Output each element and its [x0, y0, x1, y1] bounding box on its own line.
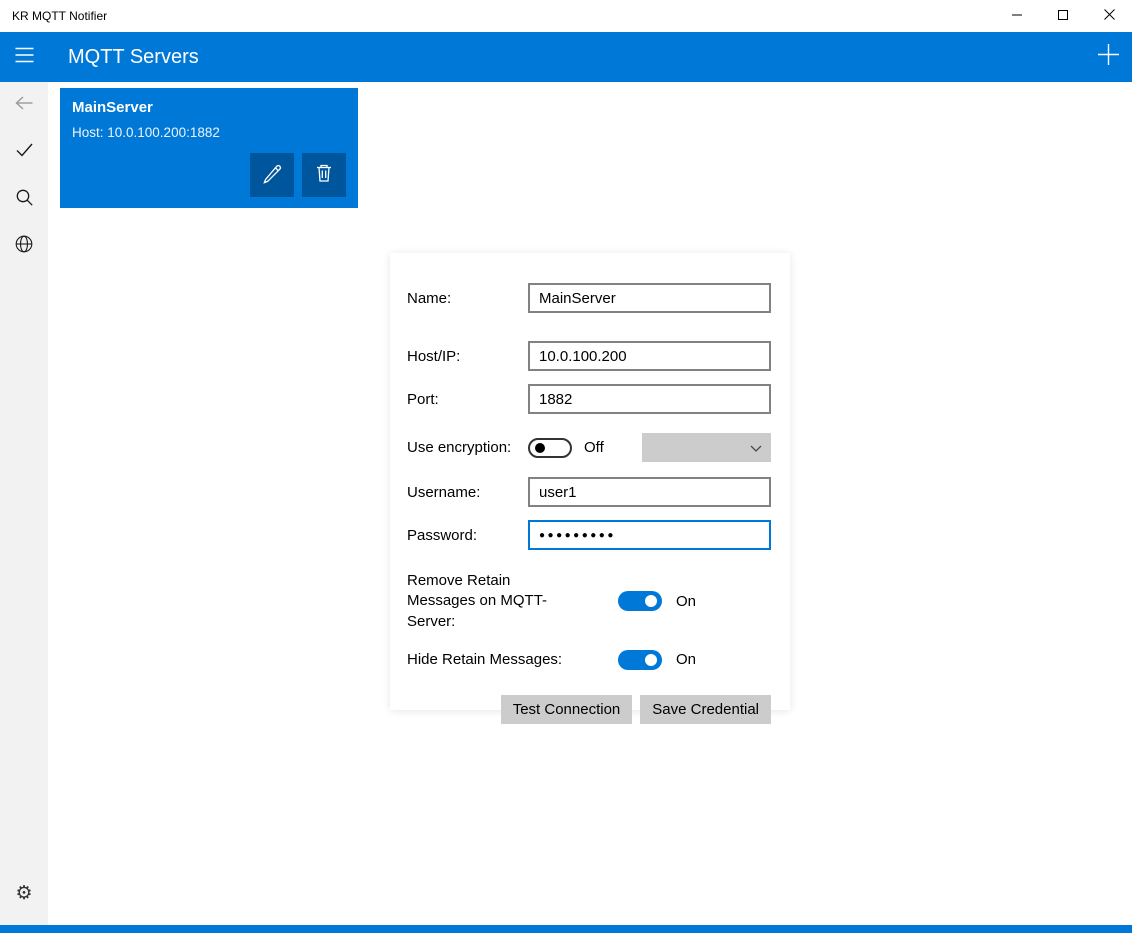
web-button[interactable] [0, 223, 48, 270]
hamburger-icon [15, 47, 34, 68]
encryption-toggle[interactable] [528, 437, 572, 458]
form-buttons-row: Test Connection Save Credential [407, 695, 771, 724]
maximize-icon [1058, 7, 1068, 25]
host-label: Host/IP: [407, 347, 461, 365]
remove-retain-label: Remove Retain Messages on MQTT-Server: [407, 572, 548, 630]
confirm-button[interactable] [0, 129, 48, 176]
title-bar: KR MQTT Notifier [0, 0, 1132, 32]
server-card-name: MainServer [72, 99, 153, 116]
name-row: Name: [407, 283, 771, 313]
encryption-row: Use encryption: Off [407, 433, 771, 462]
trash-icon [313, 162, 335, 189]
password-row: Password: [407, 520, 771, 550]
host-row: Host/IP: [407, 341, 771, 371]
close-button[interactable] [1086, 0, 1132, 32]
search-button[interactable] [0, 176, 48, 223]
hide-retain-row: Hide Retain Messages: On [407, 649, 771, 670]
sidebar: ⚙ [0, 82, 48, 925]
back-arrow-icon [15, 96, 33, 115]
window-title: KR MQTT Notifier [12, 9, 108, 23]
hide-retain-toggle[interactable] [618, 649, 662, 670]
search-icon [16, 189, 33, 211]
maximize-button[interactable] [1040, 0, 1086, 32]
remove-retain-row: Remove Retain Messages on MQTT-Server: O… [407, 571, 771, 632]
check-icon [16, 143, 33, 162]
add-server-button[interactable] [1084, 32, 1132, 82]
close-icon [1103, 7, 1115, 25]
main-content: MainServer Host: 10.0.100.200:1882 Name:… [48, 82, 1132, 925]
edit-server-button[interactable] [250, 153, 294, 197]
port-label: Port: [407, 390, 439, 408]
remove-retain-state: On [676, 592, 697, 610]
port-row: Port: [407, 384, 771, 414]
save-credential-button[interactable]: Save Credential [640, 695, 771, 724]
name-input[interactable] [528, 283, 771, 313]
back-button[interactable] [0, 82, 48, 129]
bottom-accent-bar [0, 925, 1132, 933]
port-input[interactable] [528, 384, 771, 414]
plus-icon [1097, 43, 1120, 71]
toggle-knob [645, 653, 657, 666]
delete-server-button[interactable] [302, 153, 346, 197]
username-label: Username: [407, 483, 481, 501]
minimize-button[interactable] [994, 0, 1040, 32]
page-title: MQTT Servers [68, 45, 199, 68]
settings-button[interactable]: ⚙ [0, 870, 48, 917]
server-card-host: Host: 10.0.100.200:1882 [72, 125, 220, 140]
test-connection-button[interactable]: Test Connection [500, 695, 633, 724]
hide-retain-label: Hide Retain Messages: [407, 650, 563, 668]
username-row: Username: [407, 477, 771, 507]
server-card[interactable]: MainServer Host: 10.0.100.200:1882 [60, 88, 358, 208]
username-input[interactable] [528, 477, 771, 507]
toggle-knob [535, 442, 545, 453]
password-input[interactable] [528, 520, 771, 550]
globe-icon [15, 235, 33, 258]
host-input[interactable] [528, 341, 771, 371]
gear-icon: ⚙ [15, 882, 33, 904]
server-edit-form: Name: Host/IP: Port: Use encryption: Off… [390, 253, 790, 724]
pencil-icon [261, 162, 283, 189]
chevron-down-icon [750, 439, 762, 457]
minimize-icon [1012, 7, 1022, 25]
server-card-actions [250, 153, 346, 197]
name-label: Name: [407, 289, 452, 307]
encryption-label: Use encryption: [407, 439, 512, 456]
toggle-knob [645, 595, 657, 608]
remove-retain-toggle[interactable] [618, 591, 662, 612]
encryption-state: Off [584, 439, 604, 456]
hamburger-menu-button[interactable] [0, 32, 48, 82]
password-label: Password: [407, 526, 478, 544]
hide-retain-state: On [676, 651, 697, 669]
app-header: MQTT Servers [0, 32, 1132, 82]
encryption-type-dropdown[interactable] [642, 433, 771, 462]
